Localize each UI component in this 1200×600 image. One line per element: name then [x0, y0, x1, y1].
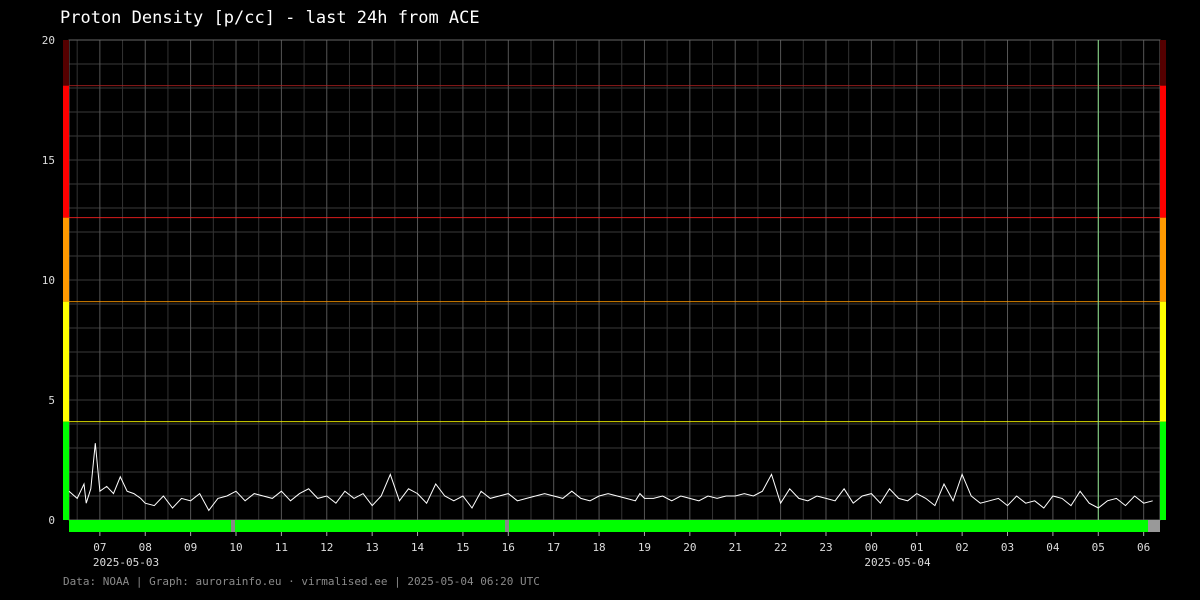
x-date-label: 2025-05-03 [93, 556, 159, 569]
x-tick-label: 17 [547, 541, 560, 554]
x-tick-label: 00 [865, 541, 878, 554]
x-tick-label: 11 [275, 541, 288, 554]
data-quality-gap [231, 520, 235, 532]
x-tick-label: 09 [184, 541, 197, 554]
x-tick-label: 08 [139, 541, 152, 554]
data-source-footer: Data: NOAA | Graph: aurorainfo.eu · virm… [63, 575, 540, 588]
x-tick-label: 06 [1137, 541, 1150, 554]
scale-band-right [1160, 301, 1166, 422]
x-tick-label: 23 [819, 541, 832, 554]
data-quality-gap [505, 520, 509, 532]
x-tick-label: 10 [229, 541, 242, 554]
scale-band-left [63, 421, 69, 520]
x-tick-label: 18 [592, 541, 605, 554]
x-tick-label: 05 [1092, 541, 1105, 554]
x-date-label: 2025-05-04 [864, 556, 931, 569]
x-tick-label: 21 [729, 541, 742, 554]
scale-band-right [1160, 421, 1166, 520]
x-tick-label: 19 [638, 541, 651, 554]
y-tick-label: 15 [42, 154, 55, 167]
data-quality-missing [1148, 520, 1160, 532]
x-tick-label: 20 [683, 541, 696, 554]
scale-band-left [63, 217, 69, 302]
y-tick-label: 20 [42, 34, 55, 47]
x-tick-label: 03 [1001, 541, 1014, 554]
y-tick-label: 5 [48, 394, 55, 407]
data-quality-bar [69, 520, 1148, 532]
scale-band-right [1160, 217, 1166, 302]
scale-band-left [63, 40, 69, 86]
y-tick-label: 10 [42, 274, 55, 287]
x-tick-label: 04 [1046, 541, 1060, 554]
x-tick-label: 02 [956, 541, 969, 554]
x-tick-label: 14 [411, 541, 425, 554]
y-tick-label: 0 [48, 514, 55, 527]
x-tick-label: 13 [366, 541, 379, 554]
scale-band-left [63, 301, 69, 422]
scale-band-right [1160, 40, 1166, 86]
scale-band-left [63, 85, 69, 218]
x-tick-label: 07 [93, 541, 106, 554]
x-tick-label: 12 [320, 541, 333, 554]
scale-band-right [1160, 85, 1166, 218]
x-tick-label: 01 [910, 541, 923, 554]
x-tick-label: 16 [502, 541, 515, 554]
x-tick-label: 15 [456, 541, 469, 554]
proton-density-chart: 0510152007 08 09 10 11 12 13 14 15 16 17 18 19 20 21 22… [42, 34, 1166, 569]
x-tick-label: 22 [774, 541, 787, 554]
